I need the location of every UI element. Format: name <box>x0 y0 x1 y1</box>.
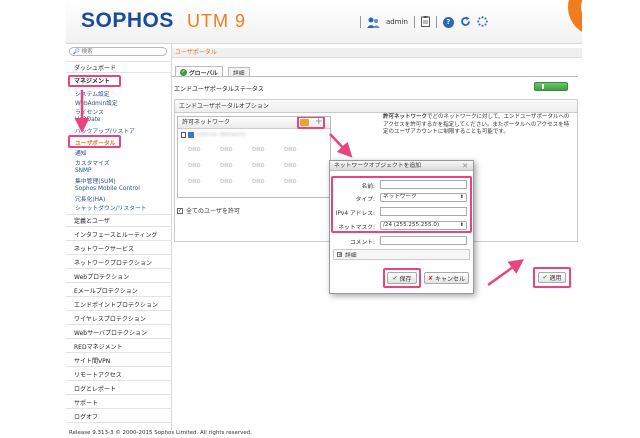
options-title: エンドユーザポータルオプション <box>175 100 577 113</box>
sidebar-item-logs-reports[interactable]: ログとレポート <box>66 382 172 395</box>
add-network-object-dialog: ネットワークオブジェクトを追加 ✕ 名前: タイプ: ネットワーク ⬍ IPv4… <box>329 160 474 294</box>
loading-spinner-icon <box>477 15 488 29</box>
dnd-placeholder: DND <box>284 179 297 185</box>
header-toolbar: admin ? <box>360 14 488 30</box>
sidebar-sub-webadmin-settings[interactable]: WebAdmin設定 <box>75 98 118 107</box>
help-icon[interactable]: ? <box>442 16 454 28</box>
allow-all-row: ✓ 全てのユーザを許可 <box>177 207 240 215</box>
dnd-placeholder: DND <box>188 163 201 169</box>
sidebar-item-web-protection[interactable]: Webプロテクション <box>66 270 172 283</box>
details-expander[interactable]: + 詳細 <box>333 249 470 260</box>
allow-all-checkbox[interactable]: ✓ <box>177 207 183 214</box>
divider <box>413 16 415 28</box>
sidebar-sub-shutdown-restart[interactable]: シャットダウン/リスタート <box>75 203 147 212</box>
search-icon: 🔎 <box>73 49 80 55</box>
expand-plus-icon: + <box>337 252 343 258</box>
sidebar-item-remote-access[interactable]: リモートアクセス <box>66 368 172 381</box>
sidebar-sub-system-settings[interactable]: システム設定 <box>75 89 110 98</box>
tab-divider <box>172 76 578 77</box>
check-circle-icon: ✓ <box>180 68 187 76</box>
sidebar-sub-license[interactable]: ライセンス <box>75 107 104 116</box>
close-icon[interactable]: ✕ <box>462 162 468 170</box>
dnd-placeholder: DND <box>252 179 265 185</box>
allowed-networks-box: 許可ネットワーク + Internal (Network) DND DND DN… <box>177 116 331 198</box>
clipboard-icon[interactable] <box>420 15 430 29</box>
highlight-apply <box>533 267 571 288</box>
cancel-button[interactable]: ✘ キャンセル <box>424 272 469 284</box>
dnd-placeholder: DND <box>220 163 233 169</box>
sidebar-item-red-management[interactable]: REDマネジメント <box>66 340 172 353</box>
sidebar-sub-snmp[interactable]: SNMP <box>75 167 92 175</box>
dnd-placeholder: DND <box>188 147 201 153</box>
sophos-emblem-icon <box>568 0 582 36</box>
help-description: 許可ネットワークでどのネットワークに対して、エンドユーザポータルへのアクセスを許… <box>383 114 570 135</box>
sidebar-item-definitions-users[interactable]: 定義とユーザ <box>66 214 172 227</box>
sidebar-item-dashboard[interactable]: ダッシュボード <box>66 61 172 73</box>
highlight-form-fields <box>331 176 472 233</box>
highlight-save <box>383 268 421 288</box>
sidebar-item-endpoint-protection[interactable]: エンドポイントプロテクション <box>66 298 172 311</box>
search-input[interactable]: 🔎 検索 <box>69 47 167 56</box>
highlight-user-portal <box>68 135 121 148</box>
app-header: SOPHOS UTM 9 admin ? <box>66 0 582 44</box>
dnd-placeholder: DND <box>220 179 233 185</box>
sidebar-item-logoff[interactable]: ログオフ <box>66 410 172 423</box>
dnd-placeholder: DND <box>188 179 201 185</box>
dnd-placeholder: DND <box>284 147 297 153</box>
comment-label: コメント: <box>349 240 375 246</box>
sidebar-sub-notification[interactable]: 通知 <box>75 148 87 157</box>
sidebar-sub-up2date[interactable]: Up2Date <box>75 116 100 124</box>
dnd-placeholder: DND <box>220 147 233 153</box>
sidebar-sub-sophos-mobile-control[interactable]: Sophos Mobile Control <box>75 185 140 193</box>
sidebar-item-network-services[interactable]: ネットワークサービス <box>66 242 172 255</box>
highlight-management <box>68 75 121 87</box>
sidebar-item-webserver-protection[interactable]: Webサーバプロテクション <box>66 326 172 339</box>
dnd-placeholder: DND <box>284 163 297 169</box>
sidebar-sub-backup-restore[interactable]: バックアップ/リストア <box>75 126 135 135</box>
network-icon <box>188 132 194 138</box>
brand-logo-text: SOPHOS <box>81 9 174 32</box>
divider <box>435 16 437 28</box>
divider <box>360 16 361 28</box>
sidebar-item-interfaces-routing[interactable]: インタフェースとルーティング <box>66 228 172 241</box>
highlight-add-buttons <box>297 117 325 129</box>
dialog-title: ネットワークオブジェクトを追加 <box>330 161 473 171</box>
breadcrumb: ユーザポータル <box>172 48 582 58</box>
status-toggle[interactable] <box>534 82 568 91</box>
dnd-placeholder: DND <box>252 163 265 169</box>
trash-icon[interactable] <box>181 132 186 138</box>
sidebar-item-email-protection[interactable]: Eメールプロテクション <box>66 284 172 297</box>
page: SOPHOS UTM 9 admin ? 🔎 検索 ダッシュボード マネジメント… <box>0 0 640 438</box>
footer-copyright: Release 9.313-3 © 2000-2015 Sophos Limit… <box>69 430 253 436</box>
network-list-item[interactable]: Internal (Network) <box>181 131 246 139</box>
comment-field[interactable] <box>380 236 467 245</box>
current-user[interactable]: admin <box>386 18 408 26</box>
sidebar-item-support[interactable]: サポート <box>66 396 172 409</box>
sidebar-sub-sum[interactable]: 集中管理(SUM) <box>75 176 116 185</box>
dnd-placeholder: DND <box>252 147 265 153</box>
sidebar: 🔎 検索 ダッシュボード マネジメント システム設定 WebAdmin設定 ライ… <box>66 44 172 430</box>
sidebar-item-wireless-protection[interactable]: ワイヤレスプロテクション <box>66 312 172 325</box>
product-name: UTM 9 <box>187 11 246 31</box>
refresh-icon[interactable] <box>460 16 471 29</box>
user-icon <box>367 17 380 28</box>
sidebar-sub-ha[interactable]: 冗長化(HA) <box>75 194 105 203</box>
sidebar-sub-customize[interactable]: カスタマイズ <box>75 158 110 167</box>
cross-icon: ✘ <box>427 274 433 282</box>
sidebar-item-network-protection[interactable]: ネットワークプロテクション <box>66 256 172 269</box>
status-label: エンドユーザポータルステータス <box>174 86 264 93</box>
sidebar-item-site-to-site-vpn[interactable]: サイト間VPN <box>66 354 172 367</box>
